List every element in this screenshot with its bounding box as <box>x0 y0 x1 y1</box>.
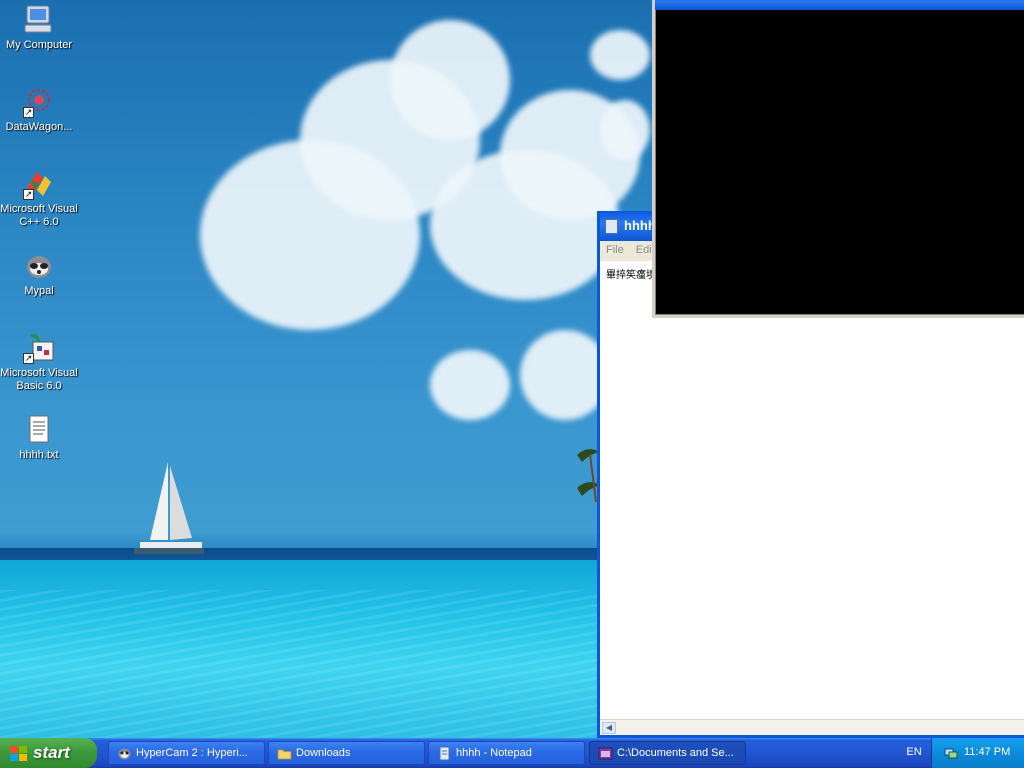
shortcut-arrow-icon: ↗ <box>23 189 34 200</box>
desktop-icon-visual-basic[interactable]: ↗ Microsoft Visual Basic 6.0 <box>0 332 78 393</box>
cloud <box>390 20 510 140</box>
notepad-icon <box>605 219 618 234</box>
text-file-icon <box>23 414 55 446</box>
desktop-icon-label: Microsoft Visual C++ 6.0 <box>0 203 78 228</box>
desktop-icon-my-computer[interactable]: My Computer <box>0 4 78 52</box>
network-icon[interactable] <box>944 746 958 760</box>
sailboat <box>134 462 204 554</box>
taskbar-button-label: HyperCam 2 : Hyperi... <box>136 747 248 759</box>
datawagon-icon: ↗ <box>23 86 55 118</box>
notepad-icon <box>439 746 450 761</box>
hypercam-icon <box>118 748 131 760</box>
taskbar-button-label: Downloads <box>296 747 351 759</box>
visual-basic-icon: ↗ <box>23 332 55 364</box>
desktop-icon-visual-cpp[interactable]: ↗ Microsoft Visual C++ 6.0 <box>0 168 78 229</box>
console-icon <box>598 747 613 760</box>
my-computer-icon <box>23 4 55 36</box>
cloud <box>590 30 650 80</box>
system-tray: 11:47 PM <box>931 738 1024 768</box>
language-indicator[interactable]: EN <box>898 738 930 768</box>
taskbar-button-label: C:\Documents and Se... <box>617 747 734 759</box>
start-label: start <box>33 743 70 762</box>
horizontal-scrollbar[interactable]: ◀ <box>600 719 1024 735</box>
menu-file[interactable]: File <box>606 244 624 256</box>
desktop-icon-label: Mypal <box>24 285 54 297</box>
shortcut-arrow-icon: ↗ <box>23 353 34 364</box>
notepad-title: hhhh <box>624 218 656 233</box>
scroll-left-icon[interactable]: ◀ <box>602 722 616 734</box>
desktop-icon-mypal[interactable]: Mypal <box>0 250 78 298</box>
shortcut-arrow-icon: ↗ <box>23 107 34 118</box>
start-button[interactable]: start <box>0 738 97 768</box>
console-titlebar[interactable]: ... <box>655 0 1024 10</box>
desktop-icon-datawagon[interactable]: ↗ DataWagon... <box>0 86 78 134</box>
windows-flag-icon <box>10 746 28 762</box>
notepad-text-area[interactable]: 畢捽笶瘽堧 <box>603 264 1024 719</box>
taskbar-button-label: hhhh - Notepad <box>456 747 532 759</box>
console-window[interactable]: ... <box>652 0 1024 318</box>
taskbar: start HyperCam 2 : Hyperi... Downloads h… <box>0 738 1024 768</box>
taskbar-button-notepad[interactable]: hhhh - Notepad <box>428 741 585 765</box>
cloud <box>430 350 510 420</box>
taskbar-button-console[interactable]: C:\Documents and Se... <box>589 741 746 765</box>
clock[interactable]: 11:47 PM <box>964 746 1010 758</box>
visual-cpp-icon: ↗ <box>23 168 55 200</box>
mypal-icon <box>23 250 55 282</box>
desktop-icon-label: Microsoft Visual Basic 6.0 <box>0 367 78 392</box>
folder-icon <box>277 749 292 760</box>
desktop-icon-hhhh-txt[interactable]: hhhh.txt <box>0 414 78 462</box>
desktop-icon-label: My Computer <box>5 39 73 51</box>
desktop-icon-label: hhhh.txt <box>19 449 59 461</box>
taskbar-button-downloads[interactable]: Downloads <box>268 741 425 765</box>
cloud <box>600 100 650 160</box>
taskbar-button-hypercam[interactable]: HyperCam 2 : Hyperi... <box>108 741 265 765</box>
desktop-icon-label: DataWagon... <box>5 121 73 133</box>
